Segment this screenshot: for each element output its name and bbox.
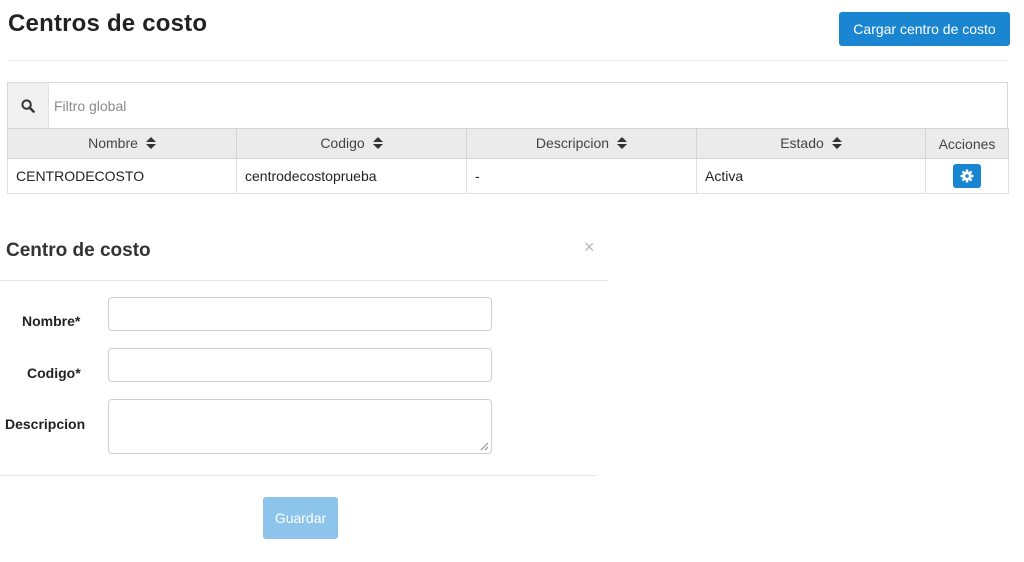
search-icon xyxy=(8,83,49,128)
descripcion-label: Descripcion xyxy=(5,416,86,432)
column-header-label: Estado xyxy=(780,135,824,151)
modal-footer-divider xyxy=(0,475,596,476)
resize-handle-icon[interactable] xyxy=(479,441,489,451)
column-header-label: Descripcion xyxy=(535,135,610,151)
gear-icon xyxy=(960,169,974,183)
sort-icon[interactable] xyxy=(372,136,383,152)
sort-icon[interactable] xyxy=(831,136,842,152)
modal-header-divider xyxy=(0,280,608,281)
descripcion-field[interactable] xyxy=(108,399,492,454)
column-header-nombre[interactable]: Nombre xyxy=(7,128,237,159)
column-header-label: Acciones xyxy=(938,135,996,152)
column-header-label: Codigo xyxy=(320,135,365,151)
column-header-acciones: Acciones xyxy=(925,128,1009,159)
column-header-estado[interactable]: Estado xyxy=(696,128,926,159)
modal-title: Centro de costo xyxy=(6,240,151,261)
cell-acciones xyxy=(925,158,1009,194)
page-title: Centros de costo xyxy=(8,10,208,37)
column-header-label: Nombre xyxy=(88,135,138,151)
table-header-row: Nombre Codigo Descripcion Estado Accione… xyxy=(7,128,1009,159)
sort-icon[interactable] xyxy=(617,136,628,152)
load-cost-center-button[interactable]: Cargar centro de costo xyxy=(839,12,1010,46)
nombre-field[interactable] xyxy=(108,297,492,331)
sort-icon[interactable] xyxy=(145,136,156,152)
table-row: CENTRODECOSTO centrodecostoprueba - Acti… xyxy=(7,158,1009,194)
save-button[interactable]: Guardar xyxy=(263,497,338,539)
codigo-label: Codigo* xyxy=(27,365,81,381)
global-filter-bar xyxy=(7,82,1008,128)
cell-estado: Activa xyxy=(696,158,926,194)
title-divider xyxy=(8,60,1008,61)
cell-nombre: CENTRODECOSTO xyxy=(7,158,237,194)
close-icon[interactable]: × xyxy=(584,238,595,256)
global-filter-input[interactable] xyxy=(52,91,956,121)
column-header-descripcion[interactable]: Descripcion xyxy=(466,128,697,159)
nombre-label: Nombre* xyxy=(22,313,81,329)
column-header-codigo[interactable]: Codigo xyxy=(236,128,467,159)
cost-centers-table: Nombre Codigo Descripcion Estado Accione… xyxy=(7,128,1009,194)
cell-descripcion: - xyxy=(466,158,697,194)
row-settings-button[interactable] xyxy=(953,164,981,188)
codigo-field[interactable] xyxy=(108,348,492,382)
cell-codigo: centrodecostoprueba xyxy=(236,158,467,194)
